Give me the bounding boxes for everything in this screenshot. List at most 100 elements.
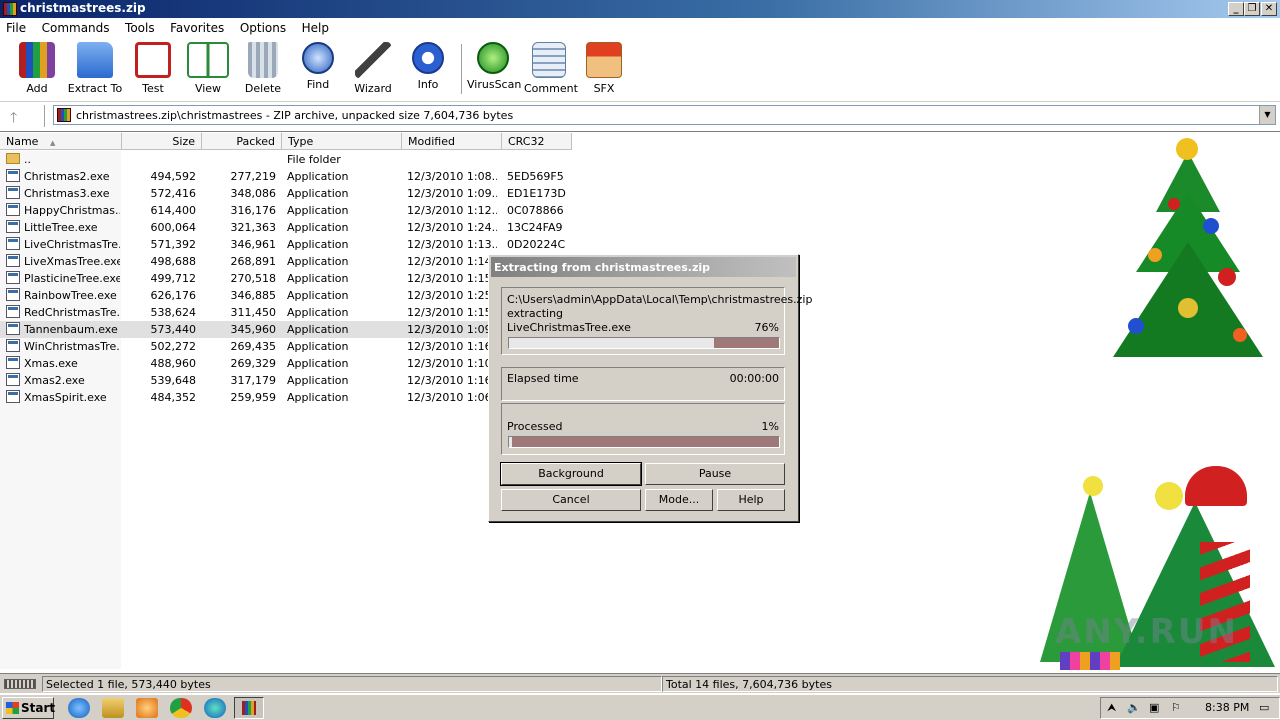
magnifier-icon — [302, 42, 334, 74]
elapsed-group: Elapsed time 00:00:00 — [501, 367, 785, 401]
clock[interactable]: 8:38 PM — [1205, 701, 1249, 714]
file-size: 498,688 — [150, 255, 197, 268]
address-field[interactable]: christmastrees.zip\christmastrees - ZIP … — [53, 105, 1276, 125]
file-name: Xmas2.exe — [24, 374, 85, 387]
media-player-icon[interactable] — [136, 698, 158, 718]
column-header-crc32[interactable]: CRC32 — [502, 133, 572, 150]
find-button[interactable]: Find — [298, 42, 338, 91]
file-type: Application — [287, 221, 349, 234]
file-name: Xmas.exe — [24, 357, 78, 370]
test-button[interactable]: Test — [133, 42, 173, 95]
menu-file[interactable]: File — [0, 18, 32, 35]
file-crc: 0C078866 — [507, 204, 564, 217]
menu-commands[interactable]: Commands — [36, 18, 116, 35]
christmas-tree-decoration-top — [1108, 138, 1268, 363]
file-progress-done — [509, 338, 714, 348]
show-desktop-icon[interactable]: ▭ — [1259, 701, 1269, 714]
table-row[interactable]: Tannenbaum.exe 573,440 345,960 Application 1… — [0, 321, 497, 338]
virusscan-label: VirusScan — [467, 78, 522, 91]
address-dropdown-button[interactable]: ▼ — [1259, 106, 1275, 124]
column-header-modified[interactable]: Modified — [402, 133, 502, 150]
view-button[interactable]: View — [186, 42, 230, 95]
restore-button[interactable]: ❐ — [1244, 2, 1260, 16]
menu-favorites[interactable]: Favorites — [164, 18, 230, 35]
info-label: Info — [417, 78, 439, 91]
chrome-icon[interactable] — [170, 698, 192, 718]
file-type: Application — [287, 391, 349, 404]
delete-button[interactable]: Delete — [243, 42, 283, 95]
help-button[interactable]: Help — [717, 489, 785, 511]
menu-help[interactable]: Help — [296, 18, 335, 35]
table-row[interactable]: LittleTree.exe 600,064 321,363 Application 1… — [0, 219, 1280, 236]
parent-folder-row[interactable]: .. File folder — [0, 151, 1280, 168]
mode-button[interactable]: Mode... — [645, 489, 713, 511]
info-button[interactable]: Info — [408, 42, 448, 91]
up-arrow-icon[interactable]: 🡑 — [10, 107, 17, 131]
add-label: Add — [26, 82, 48, 95]
checklist-icon — [135, 42, 171, 78]
start-button[interactable]: Start — [2, 697, 55, 719]
background-button[interactable]: Background — [500, 462, 642, 486]
column-header-type[interactable]: Type — [282, 133, 402, 150]
file-modified: 12/3/2010 1:15... — [407, 306, 497, 319]
file-type: Application — [287, 306, 349, 319]
comment-button[interactable]: Comment — [524, 42, 578, 95]
file-modified: 12/3/2010 1:08... — [407, 170, 497, 183]
pause-button[interactable]: Pause — [645, 463, 785, 485]
file-name: WinChristmasTre... — [24, 340, 120, 353]
file-size: 573,440 — [150, 323, 197, 336]
books-icon — [19, 42, 55, 78]
file-size: 626,176 — [150, 289, 197, 302]
sfx-label: SFX — [593, 82, 615, 95]
internet-explorer-icon[interactable] — [68, 698, 90, 718]
table-row[interactable]: Christmas3.exe 572,416 348,086 Application 1… — [0, 185, 1280, 202]
menu-options[interactable]: Options — [234, 18, 292, 35]
current-file-group: C:\Users\admin\AppData\Local\Temp\christ… — [501, 287, 812, 355]
edge-icon[interactable] — [204, 698, 226, 718]
application-file-icon — [6, 254, 20, 267]
volume-icon[interactable]: 🔈 — [1127, 701, 1141, 714]
menu-tools[interactable]: Tools — [119, 18, 161, 35]
table-row[interactable]: Christmas2.exe 494,592 277,219 Application 1… — [0, 168, 1280, 185]
table-row[interactable]: LiveChristmasTre... 571,392 346,961 Applica… — [0, 236, 1280, 253]
file-packed: 345,960 — [230, 323, 277, 336]
column-header-packed[interactable]: Packed — [202, 133, 282, 150]
winrar-taskbar-button[interactable] — [234, 697, 264, 719]
virusscan-button[interactable]: VirusScan — [467, 42, 522, 91]
table-row[interactable]: HappyChristmas.... 614,400 316,176 Applicat… — [0, 202, 1280, 219]
file-type: Application — [287, 289, 349, 302]
close-button[interactable]: ✕ — [1261, 2, 1277, 16]
file-packed: 268,891 — [230, 255, 277, 268]
sfx-button[interactable]: SFX — [584, 42, 624, 95]
file-packed: 269,329 — [230, 357, 277, 370]
ornament — [1128, 318, 1144, 334]
wizard-button[interactable]: Wizard — [353, 42, 393, 95]
file-packed: 259,959 — [230, 391, 277, 404]
extract-to-button[interactable]: Extract To — [66, 42, 124, 95]
file-modified: 12/3/2010 1:15... — [407, 272, 497, 285]
cancel-button[interactable]: Cancel — [501, 489, 641, 511]
application-file-icon — [6, 356, 20, 369]
status-selection: Selected 1 file, 573,440 bytes — [42, 676, 662, 692]
ornament — [1148, 248, 1162, 262]
file-modified: 12/3/2010 1:25... — [407, 289, 497, 302]
file-size: 614,400 — [150, 204, 197, 217]
show-hidden-icons[interactable]: ⮝ — [1107, 701, 1116, 715]
application-file-icon — [6, 186, 20, 199]
ornament — [1178, 298, 1198, 318]
title-bar[interactable]: christmastrees.zip _ ❐ ✕ — [0, 0, 1280, 18]
column-header-name[interactable]: Name ▲ — [0, 133, 122, 150]
add-button[interactable]: Add — [17, 42, 57, 95]
file-modified: 12/3/2010 1:13... — [407, 238, 497, 251]
minimize-button[interactable]: _ — [1228, 2, 1244, 16]
column-header-size[interactable]: Size — [122, 133, 202, 150]
file-crc: 5ED569F5 — [507, 170, 564, 183]
file-size: 484,352 — [150, 391, 197, 404]
file-modified: 12/3/2010 1:24... — [407, 221, 497, 234]
application-file-icon — [6, 271, 20, 284]
action-center-icon[interactable]: ⚐ — [1171, 701, 1181, 714]
file-explorer-icon[interactable] — [102, 698, 124, 718]
application-file-icon — [6, 390, 20, 403]
network-icon[interactable]: ▣ — [1149, 701, 1159, 714]
trash-icon — [248, 42, 278, 78]
